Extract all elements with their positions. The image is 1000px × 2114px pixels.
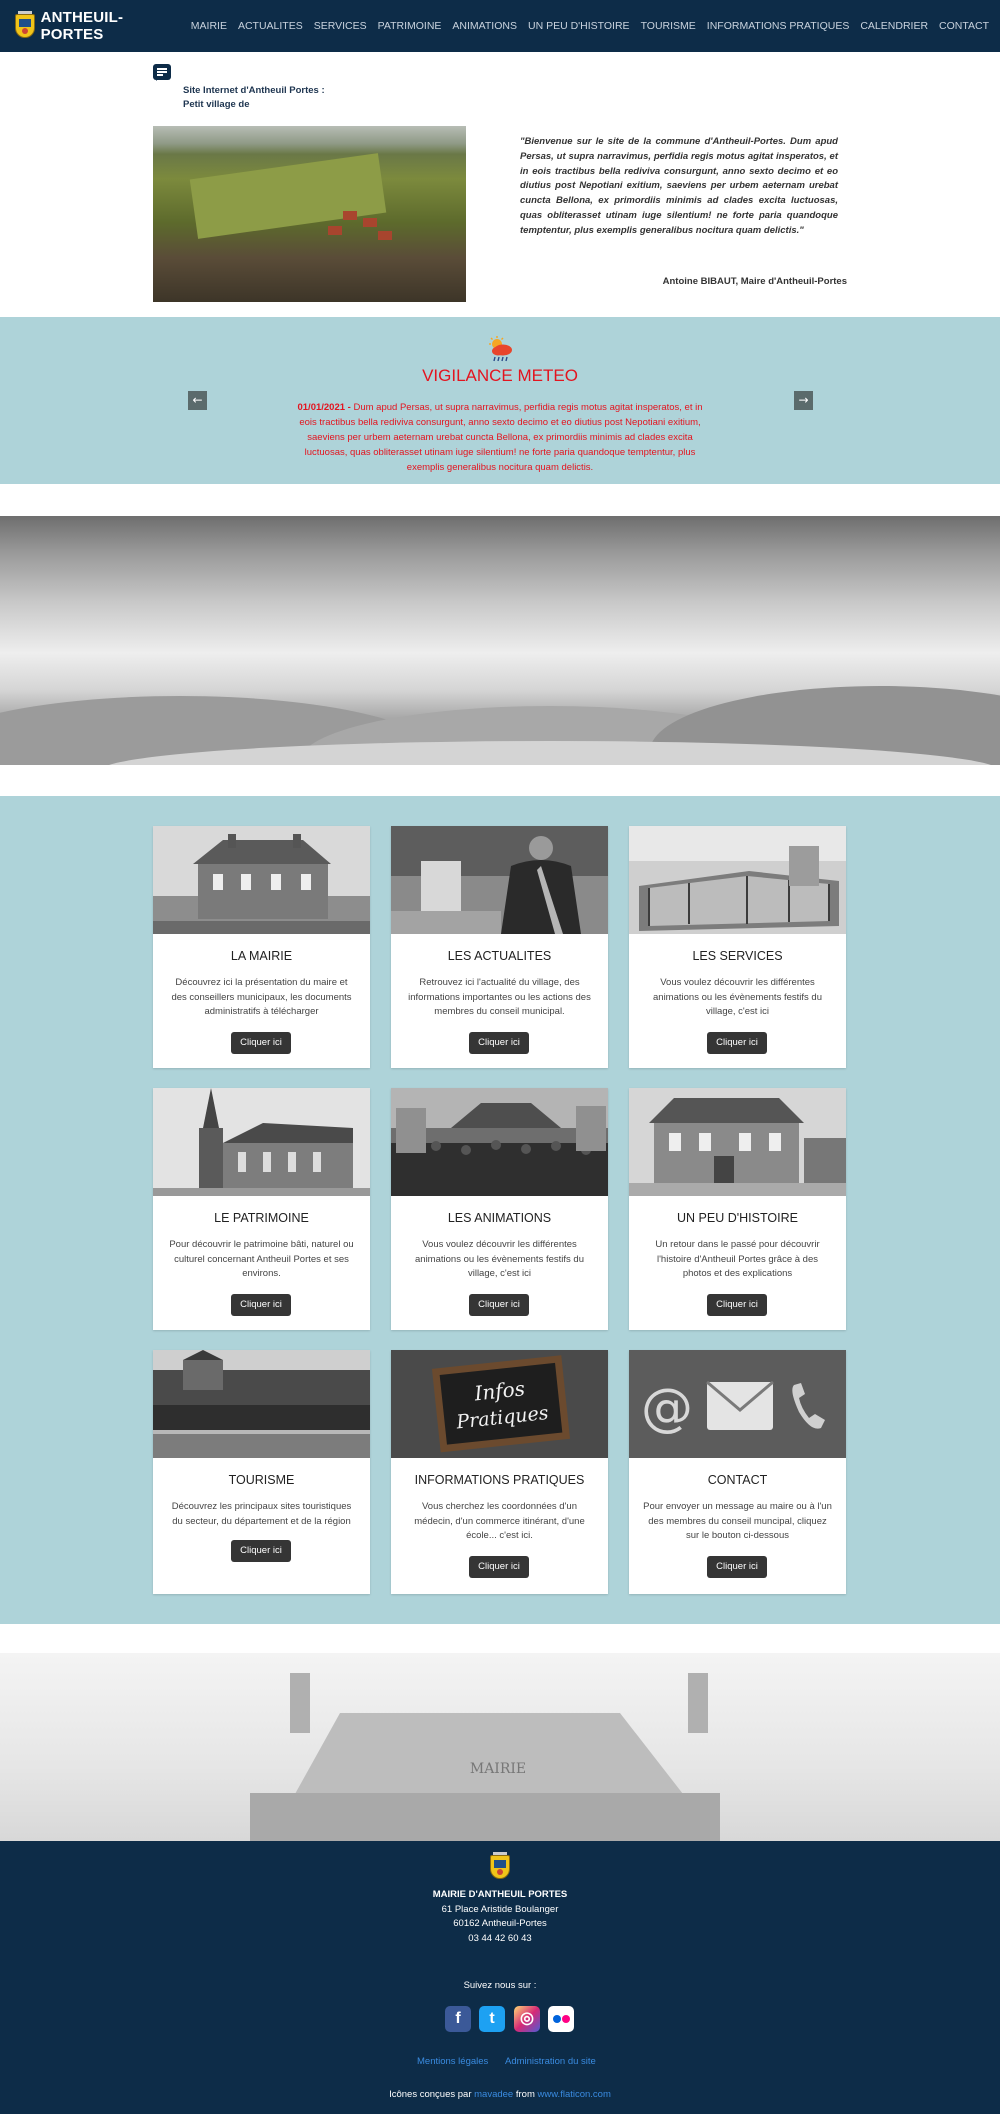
card-description: Découvrez ici la présentation du maire e…: [171, 977, 352, 1017]
footer-crest-icon: [489, 1852, 511, 1882]
card-actualites-button[interactable]: Cliquer ici: [469, 1032, 529, 1054]
twitter-icon[interactable]: t: [479, 2006, 505, 2032]
crest-icon: [14, 11, 35, 41]
card-tourisme-button[interactable]: Cliquer ici: [231, 1540, 291, 1562]
footer-address1: 61 Place Aristide Boulanger: [441, 1904, 559, 1915]
card-title: UN PEU D'HISTOIRE: [677, 1211, 798, 1225]
menu-item-tourisme[interactable]: TOURISME: [641, 20, 696, 32]
mairie-photo: [153, 826, 370, 934]
menu-item-contact[interactable]: CONTACT: [939, 20, 989, 32]
credit-mid: from: [515, 2089, 535, 2100]
card-description: Retrouvez ici l'actualité du village, de…: [408, 977, 591, 1017]
card-patrimoine: LE PATRIMOINE Pour découvrir le patrimoi…: [153, 1088, 370, 1330]
card-mairie-button[interactable]: Cliquer ici: [231, 1032, 291, 1054]
site-admin-link[interactable]: Administration du site: [505, 2056, 596, 2067]
infos-pratiques-photo: Infos Pratiques: [391, 1350, 608, 1458]
card-title: LE PATRIMOINE: [214, 1211, 309, 1225]
contact-photo: @: [629, 1350, 846, 1458]
card-informations-pratiques: Infos Pratiques INFORMATIONS PRATIQUES V…: [391, 1350, 608, 1594]
menu-item-informations-pratiques[interactable]: INFORMATIONS PRATIQUES: [707, 20, 850, 32]
card-description: Vous cherchez les coordonnées d'un médec…: [414, 1501, 585, 1541]
village-aerial-photo: [153, 126, 466, 302]
mairie-sign-text: MAIRIE: [469, 1761, 527, 1777]
footer-address2: 60162 Antheuil-Portes: [453, 1918, 547, 1929]
menu-item-actualites[interactable]: ACTUALITES: [238, 20, 303, 32]
welcome-title: Site Internet d'Antheuil Portes : Petit …: [183, 84, 325, 112]
card-animations-button[interactable]: Cliquer ici: [469, 1294, 529, 1316]
card-histoire-button[interactable]: Cliquer ici: [707, 1294, 767, 1316]
mairie-building-banner: MAIRIE: [0, 1653, 1000, 1841]
menu-item-animations[interactable]: ANIMATIONS: [452, 20, 517, 32]
card-services-button[interactable]: Cliquer ici: [707, 1032, 767, 1054]
footer-follow-label: Suivez nous sur :: [463, 1980, 537, 1991]
card-description: Vous voulez découvrir les différentes an…: [415, 1239, 584, 1279]
crowd-photo: [391, 1088, 608, 1196]
card-description: Pour découvrir le patrimoine bâti, natur…: [169, 1239, 354, 1279]
welcome-title-line2: Petit village de: [183, 99, 250, 110]
card-description: Pour envoyer un message au maire ou à l'…: [643, 1501, 832, 1541]
card-description: Un retour dans le passé pour découvrir l…: [655, 1239, 820, 1279]
welcome-title-line1: Site Internet d'Antheuil Portes :: [183, 85, 325, 96]
old-mairie-photo: [629, 1088, 846, 1196]
menu-item-patrimoine[interactable]: PATRIMOINE: [378, 20, 442, 32]
card-tourisme: TOURISME Découvrez les principaux sites …: [153, 1350, 370, 1594]
mayor-signature: Antoine BIBAUT, Maire d'Antheuil-Portes: [662, 276, 847, 287]
card-patrimoine-button[interactable]: Cliquer ici: [231, 1294, 291, 1316]
meteo-prev-button[interactable]: ←: [188, 391, 207, 410]
card-title: INFORMATIONS PRATIQUES: [414, 1473, 585, 1487]
meteo-body: Dum apud Persas, ut supra narravimus, pe…: [299, 402, 703, 473]
card-title: LES SERVICES: [692, 949, 783, 963]
card-informations-pratiques-button[interactable]: Cliquer ici: [469, 1556, 529, 1578]
svg-text:@: @: [641, 1378, 693, 1438]
actualites-photo: [391, 826, 608, 934]
church-photo: [153, 1088, 370, 1196]
footer-name: MAIRIE D'ANTHEUIL PORTES: [432, 1889, 568, 1900]
card-title: CONTACT: [707, 1473, 768, 1487]
site-brand[interactable]: ANTHEUIL-PORTES: [41, 9, 177, 43]
storm-cloud-icon: [489, 336, 512, 362]
card-title: LES ANIMATIONS: [447, 1211, 552, 1225]
credit-prefix: Icônes conçues par: [389, 2089, 472, 2100]
message-icon: [153, 64, 171, 81]
icon-credit: Icônes conçues par mavadee from www.flat…: [0, 2089, 1000, 2100]
card-description: Vous voulez découvrir les différentes an…: [653, 977, 822, 1017]
card-title: LA MAIRIE: [230, 949, 293, 963]
card-actualites: LES ACTUALITES Retrouvez ici l'actualité…: [391, 826, 608, 1068]
menu-item-services[interactable]: SERVICES: [314, 20, 367, 32]
card-title: LES ACTUALITES: [447, 949, 552, 963]
credit-author-link[interactable]: mavadee: [474, 2089, 513, 2100]
meteo-next-button[interactable]: →: [794, 391, 813, 410]
card-mairie: LA MAIRIE Découvrez ici la présentation …: [153, 826, 370, 1068]
menu-item-histoire[interactable]: UN PEU D'HISTOIRE: [528, 20, 630, 32]
credit-site-link[interactable]: www.flaticon.com: [538, 2089, 611, 2100]
card-histoire: UN PEU D'HISTOIRE Un retour dans le pass…: [629, 1088, 846, 1330]
card-animations: LES ANIMATIONS Vous voulez découvrir les…: [391, 1088, 608, 1330]
top-navbar: ANTHEUIL-PORTES MAIRIE ACTUALITES SERVIC…: [0, 0, 1000, 52]
meteo-date: 01/01/2021 -: [297, 402, 351, 413]
menu-item-calendrier[interactable]: CALENDRIER: [860, 20, 928, 32]
menu-item-mairie[interactable]: MAIRIE: [191, 20, 227, 32]
footer-phone: 03 44 42 60 43: [468, 1933, 532, 1944]
instagram-icon[interactable]: ◎: [514, 2006, 540, 2032]
mayor-quote: "Bienvenue sur le site de la commune d'A…: [520, 136, 838, 236]
card-contact-button[interactable]: Cliquer ici: [707, 1556, 767, 1578]
card-title: TOURISME: [228, 1473, 295, 1487]
legal-notice-link[interactable]: Mentions légales: [417, 2056, 488, 2067]
flickr-icon[interactable]: [548, 2006, 574, 2032]
facebook-icon[interactable]: f: [445, 2006, 471, 2032]
card-description: Découvrez les principaux sites touristiq…: [171, 1501, 352, 1527]
card-services: LES SERVICES Vous voulez découvrir les d…: [629, 826, 846, 1068]
landscape-banner-image: [0, 516, 1000, 765]
site-logo[interactable]: ANTHEUIL-PORTES: [14, 9, 177, 43]
meteo-title: VIGILANCE METEO: [422, 366, 578, 385]
services-photo: [629, 826, 846, 934]
card-contact: @ CONTACT Pour envoyer un message au mai…: [629, 1350, 846, 1594]
meteo-text: 01/01/2021 - Dum apud Persas, ut supra n…: [294, 400, 706, 475]
tourism-photo: [153, 1350, 370, 1458]
main-menu: MAIRIE ACTUALITES SERVICES PATRIMOINE AN…: [191, 20, 1000, 32]
